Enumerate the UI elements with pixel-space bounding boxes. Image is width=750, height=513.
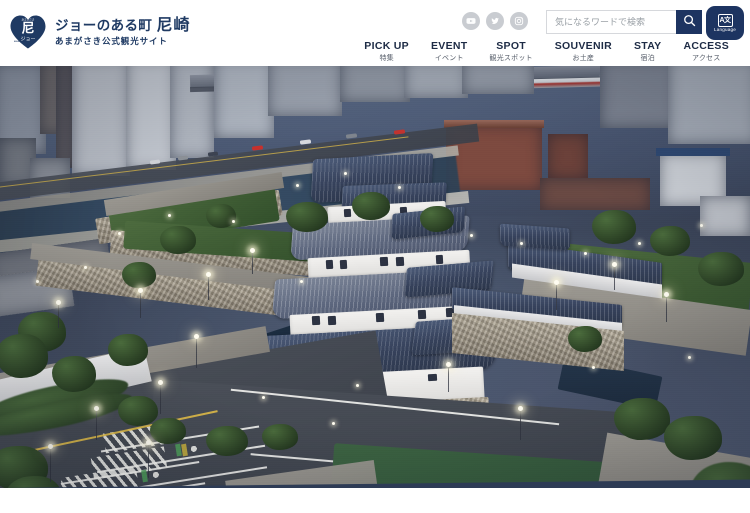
nav-item-pickup[interactable]: PICK UP 特集	[353, 40, 420, 64]
nav-item-spot[interactable]: SPOT 観光スポット	[479, 40, 544, 64]
twitter-icon[interactable]	[486, 12, 504, 30]
page-bottom-strip	[0, 488, 750, 513]
search-input[interactable]	[546, 10, 676, 34]
nav-label-en: PICK UP	[364, 40, 409, 52]
nav-label-ja: アクセス	[691, 55, 721, 63]
hero-photo-amagasaki-castle	[0, 66, 750, 488]
language-button-label: Language	[713, 26, 737, 32]
nav-item-event[interactable]: EVENT イベント	[420, 40, 479, 64]
logo-subtitle: あまがさき公式観光サイト	[55, 36, 168, 47]
nav-item-souvenir[interactable]: SOUVENIR お土産	[544, 40, 623, 64]
instagram-icon[interactable]	[510, 12, 528, 30]
site-header: 尼 ジョー あまがさき AMAGASAKI ジョーのある町 尼崎 あまがさき公式…	[0, 0, 750, 66]
youtube-icon[interactable]	[462, 12, 480, 30]
svg-text:あまがさき: あまがさき	[22, 18, 35, 22]
nav-item-stay[interactable]: STAY 宿泊	[623, 40, 672, 64]
amagasaki-heart-crest-icon: 尼 ジョー あまがさき AMAGASAKI	[8, 11, 48, 51]
main-navigation: PICK UP 特集 EVENT イベント SPOT 観光スポット SOUVEN…	[353, 40, 740, 64]
social-links	[462, 12, 528, 30]
nav-label-ja: 宿泊	[640, 55, 655, 63]
nav-label-en: SPOT	[496, 40, 527, 52]
site-logo[interactable]: 尼 ジョー あまがさき AMAGASAKI ジョーのある町 尼崎 あまがさき公式…	[8, 11, 190, 51]
nav-label-en: STAY	[633, 40, 662, 52]
nav-label-en: SOUVENIR	[554, 40, 612, 52]
nav-label-en: ACCESS	[683, 40, 729, 52]
svg-text:尼: 尼	[21, 22, 34, 37]
hero-banner	[0, 66, 750, 488]
nav-label-ja: イベント	[434, 55, 464, 63]
page-root: 尼 ジョー あまがさき AMAGASAKI ジョーのある町 尼崎 あまがさき公式…	[0, 0, 750, 513]
nav-label-ja: お土産	[572, 55, 595, 63]
language-switcher-button[interactable]: A文 Language	[706, 6, 744, 40]
nav-label-ja: 特集	[379, 55, 394, 63]
search-icon	[683, 14, 696, 30]
svg-text:AMAGASAKI: AMAGASAKI	[14, 40, 27, 43]
search-submit-button[interactable]	[676, 10, 702, 34]
search-box	[546, 10, 702, 34]
nav-label-en: EVENT	[431, 40, 468, 52]
language-icon: A文	[717, 13, 733, 27]
nav-label-ja: 観光スポット	[489, 55, 533, 63]
logo-title: ジョーのある町 尼崎	[55, 17, 191, 35]
nav-item-access[interactable]: ACCESS アクセス	[672, 40, 740, 64]
